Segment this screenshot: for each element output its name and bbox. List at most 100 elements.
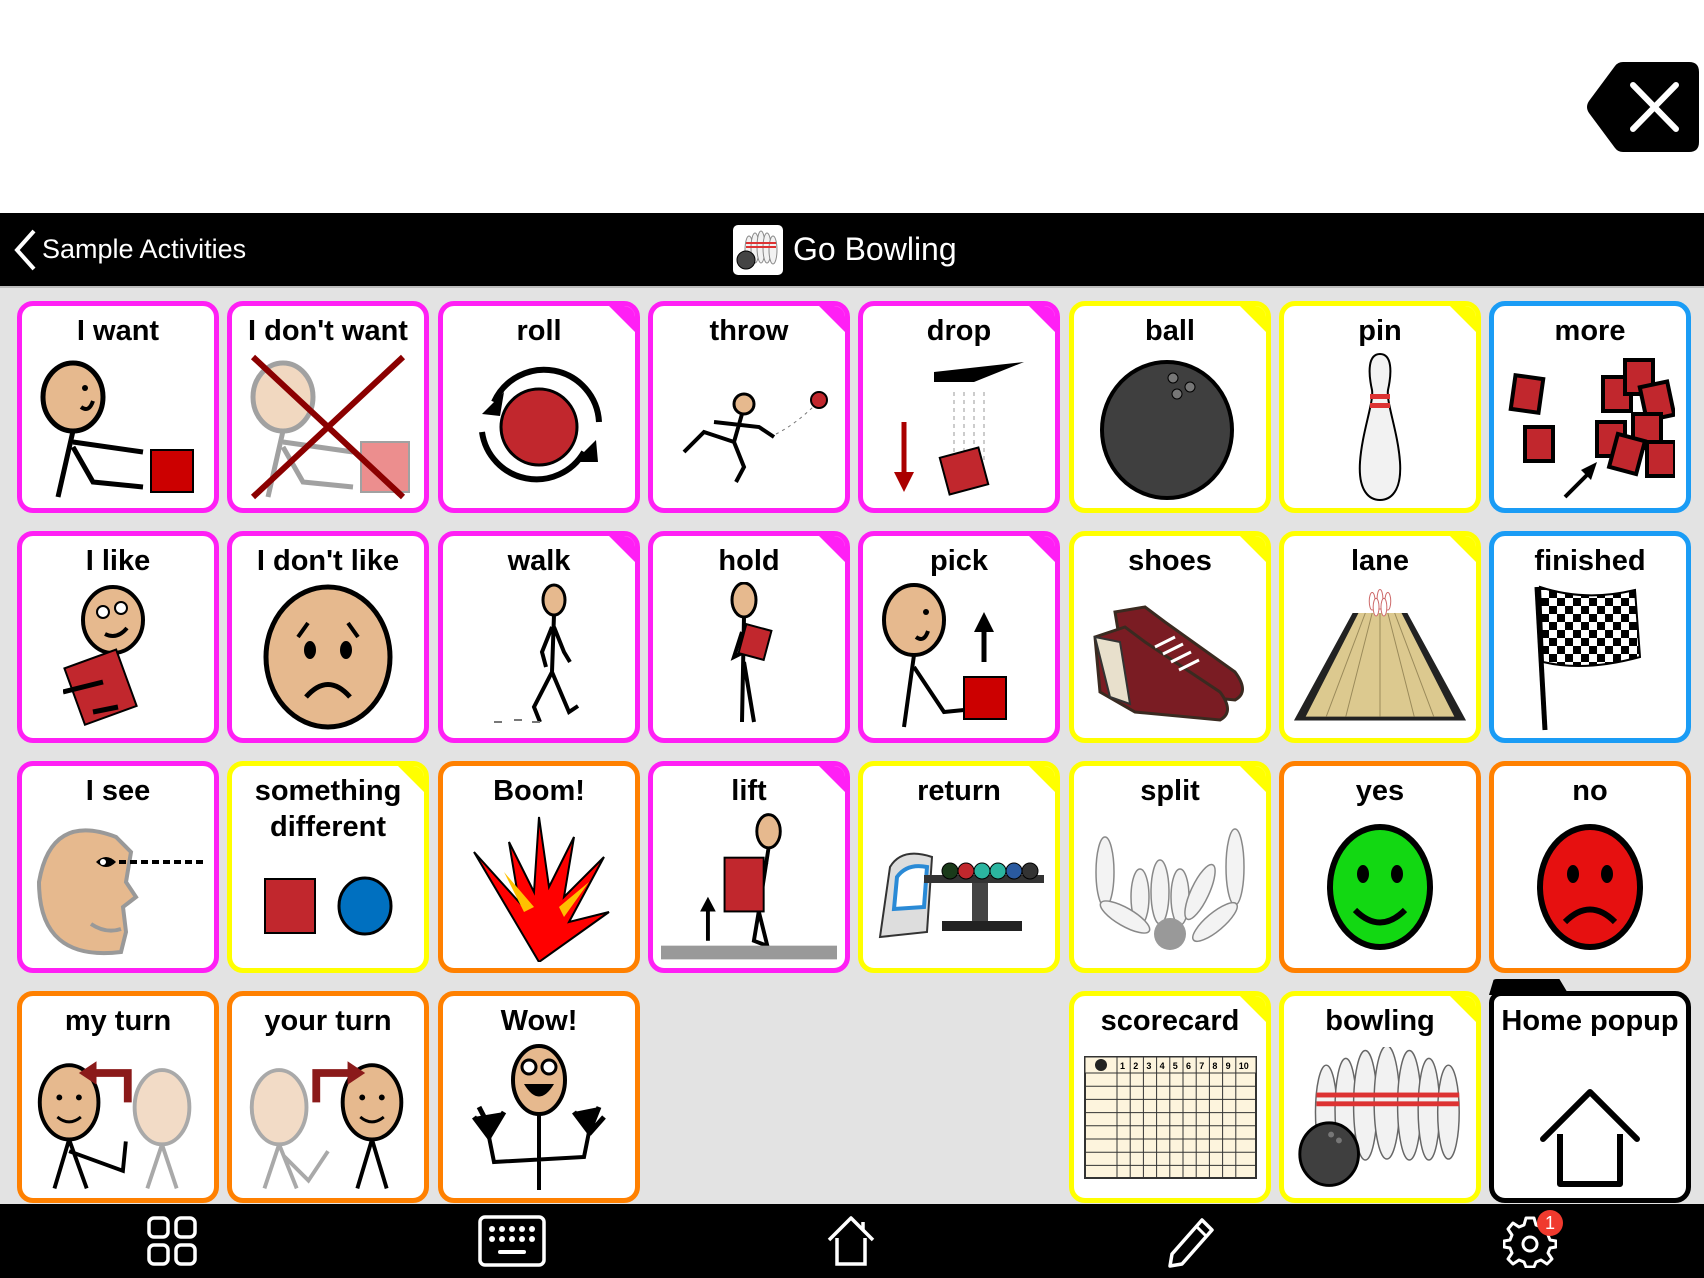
- my-turn-icon: [30, 1044, 206, 1190]
- tile-pin[interactable]: pin: [1279, 301, 1481, 513]
- tile-lift[interactable]: lift: [648, 761, 850, 973]
- tile-scorecard[interactable]: scorecard 1 2 3 4 5 6 7 8 9 10: [1069, 991, 1271, 1203]
- tile-i-don-t-like[interactable]: I don't like: [227, 531, 429, 743]
- tile-i-want[interactable]: I want: [17, 301, 219, 513]
- sad-face-icon: [240, 584, 416, 730]
- scorecard-frame-number: 1: [1120, 1061, 1125, 1071]
- tile-label: more: [1554, 315, 1626, 347]
- message-bar[interactable]: [0, 0, 1704, 213]
- folder-corner-indicator: [1239, 996, 1266, 1023]
- tile-label: hold: [718, 545, 780, 577]
- tile-i-don-t-want[interactable]: I don't want: [227, 301, 429, 513]
- tile-label: finished: [1534, 545, 1646, 577]
- folder-corner-indicator: [1449, 996, 1476, 1023]
- back-label: Sample Activities: [42, 234, 247, 264]
- checkered-flag-icon: [1502, 584, 1678, 731]
- i-like-icon: [30, 584, 206, 730]
- folder-corner-indicator: [1239, 306, 1266, 333]
- tile-throw[interactable]: throw: [648, 301, 850, 513]
- walk-icon: [451, 583, 627, 730]
- back-button[interactable]: Sample Activities: [12, 213, 246, 286]
- tile-label: shoes: [1128, 545, 1212, 577]
- tile-drop[interactable]: drop: [858, 301, 1060, 513]
- grid-button[interactable]: [127, 1204, 217, 1278]
- tile-yes[interactable]: yes: [1279, 761, 1481, 973]
- bowling-ball-icon: [1082, 354, 1258, 500]
- edit-button[interactable]: [1146, 1204, 1236, 1278]
- split-pins-icon: [1082, 814, 1258, 960]
- tile-label: something different: [254, 775, 402, 843]
- tile-i-like[interactable]: I like: [17, 531, 219, 743]
- i-want-icon: [30, 354, 206, 500]
- page-title-text: Go Bowling: [793, 231, 957, 267]
- tile-wow[interactable]: Wow!: [438, 991, 640, 1203]
- i-see-icon: [30, 814, 206, 960]
- scorecard-frame-number: 10: [1238, 1061, 1248, 1071]
- tile-label: Boom!: [493, 775, 585, 807]
- tile-label: roll: [516, 315, 562, 347]
- tile-shoes[interactable]: shoes: [1069, 531, 1271, 743]
- delete-button[interactable]: [1585, 60, 1701, 154]
- tile-boom[interactable]: Boom!: [438, 761, 640, 973]
- tile-label: scorecard: [1100, 1005, 1240, 1037]
- something-different-icon: [240, 852, 416, 960]
- tile-label: lift: [731, 775, 767, 807]
- scorecard-frame-number: 2: [1133, 1061, 1138, 1071]
- settings-button[interactable]: 1: [1485, 1204, 1575, 1278]
- tile-roll[interactable]: roll: [438, 301, 640, 513]
- bowling-pin-icon: [1292, 352, 1468, 502]
- tile-label: return: [917, 775, 1001, 807]
- tile-return[interactable]: return: [858, 761, 1060, 973]
- tile-pick[interactable]: pick: [858, 531, 1060, 743]
- wow-icon: [451, 1044, 627, 1190]
- tile-my-turn[interactable]: my turn: [17, 991, 219, 1203]
- tile-label: ball: [1145, 315, 1195, 347]
- folder-corner-indicator: [1239, 766, 1266, 793]
- chevron-left-icon: [14, 229, 36, 270]
- pick-icon: [871, 583, 1047, 730]
- throw-icon: [661, 354, 837, 500]
- i-dont-want-icon: [240, 354, 416, 500]
- keyboard-icon: [478, 1215, 546, 1267]
- folder-corner-indicator: [1028, 306, 1055, 333]
- happy-green-face-icon: [1292, 814, 1468, 960]
- folder-tab: [1489, 979, 1569, 995]
- scorecard-frame-number: 7: [1199, 1061, 1204, 1071]
- scorecard-frame-number: 5: [1172, 1061, 1177, 1071]
- button-grid: I want I don't want roll throw drop ball pin mo…: [0, 286, 1704, 1204]
- tile-label: lane: [1350, 545, 1410, 577]
- tile-label: throw: [709, 315, 789, 347]
- delete-backspace-icon: [1587, 62, 1699, 152]
- home-button[interactable]: [806, 1204, 896, 1278]
- pencil-icon: [1168, 1218, 1214, 1268]
- tile-lane[interactable]: lane: [1279, 531, 1481, 743]
- tile-your-turn[interactable]: your turn: [227, 991, 429, 1203]
- folder-corner-indicator: [818, 306, 845, 333]
- tile-label: split: [1140, 775, 1200, 807]
- folder-corner-indicator: [1449, 306, 1476, 333]
- tile-finished[interactable]: finished: [1489, 531, 1691, 743]
- tile-hold[interactable]: hold: [648, 531, 850, 743]
- tile-walk[interactable]: walk: [438, 531, 640, 743]
- keyboard-button[interactable]: [467, 1204, 557, 1278]
- tile-home-popup[interactable]: Home popup: [1489, 979, 1691, 1203]
- bowling-icon: [1292, 1044, 1468, 1190]
- tile-bowling[interactable]: bowling: [1279, 991, 1481, 1203]
- folder-corner-indicator: [818, 766, 845, 793]
- folder-corner-indicator: [1028, 766, 1055, 793]
- tile-label: I don't like: [256, 545, 400, 577]
- scorecard-frame-number: 8: [1212, 1061, 1217, 1071]
- tile-label: I don't want: [248, 315, 408, 347]
- tile-label: Wow!: [500, 1005, 578, 1037]
- scorecard-frame-number: 3: [1146, 1061, 1151, 1071]
- tile-i-see[interactable]: I see: [17, 761, 219, 973]
- tile-ball[interactable]: ball: [1069, 301, 1271, 513]
- tile-something-different[interactable]: something different: [227, 761, 429, 973]
- folder-corner-indicator: [1028, 536, 1055, 563]
- tile-more[interactable]: more: [1489, 301, 1691, 513]
- tile-label: I see: [85, 775, 151, 807]
- scorecard-frame-number: 6: [1186, 1061, 1191, 1071]
- tile-no[interactable]: no: [1489, 761, 1691, 973]
- explosion-icon: [451, 814, 627, 962]
- tile-split[interactable]: split: [1069, 761, 1271, 973]
